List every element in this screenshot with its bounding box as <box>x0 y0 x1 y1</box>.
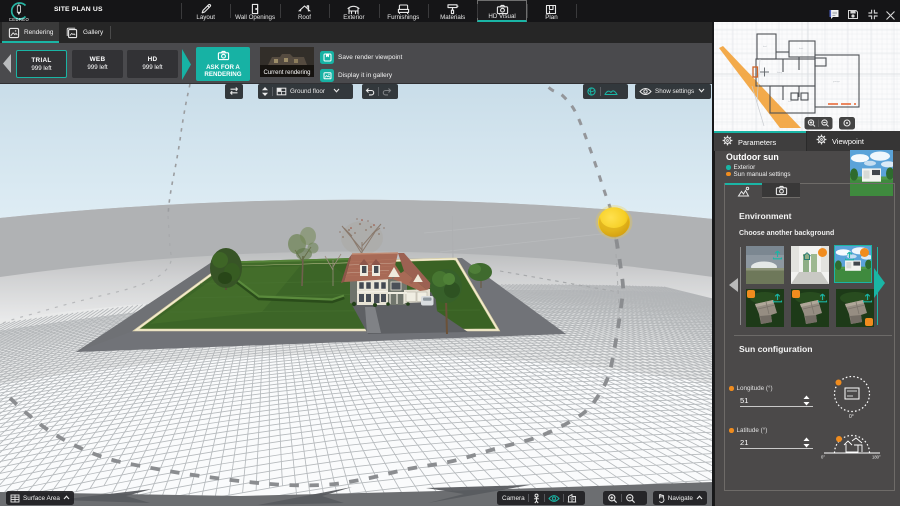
svg-text:0°: 0° <box>821 455 825 460</box>
svg-text:garage: garage <box>833 80 841 83</box>
svg-text:living: living <box>777 72 783 74</box>
svg-text:hall: hall <box>788 101 792 103</box>
svg-text:180°: 180° <box>872 455 881 460</box>
